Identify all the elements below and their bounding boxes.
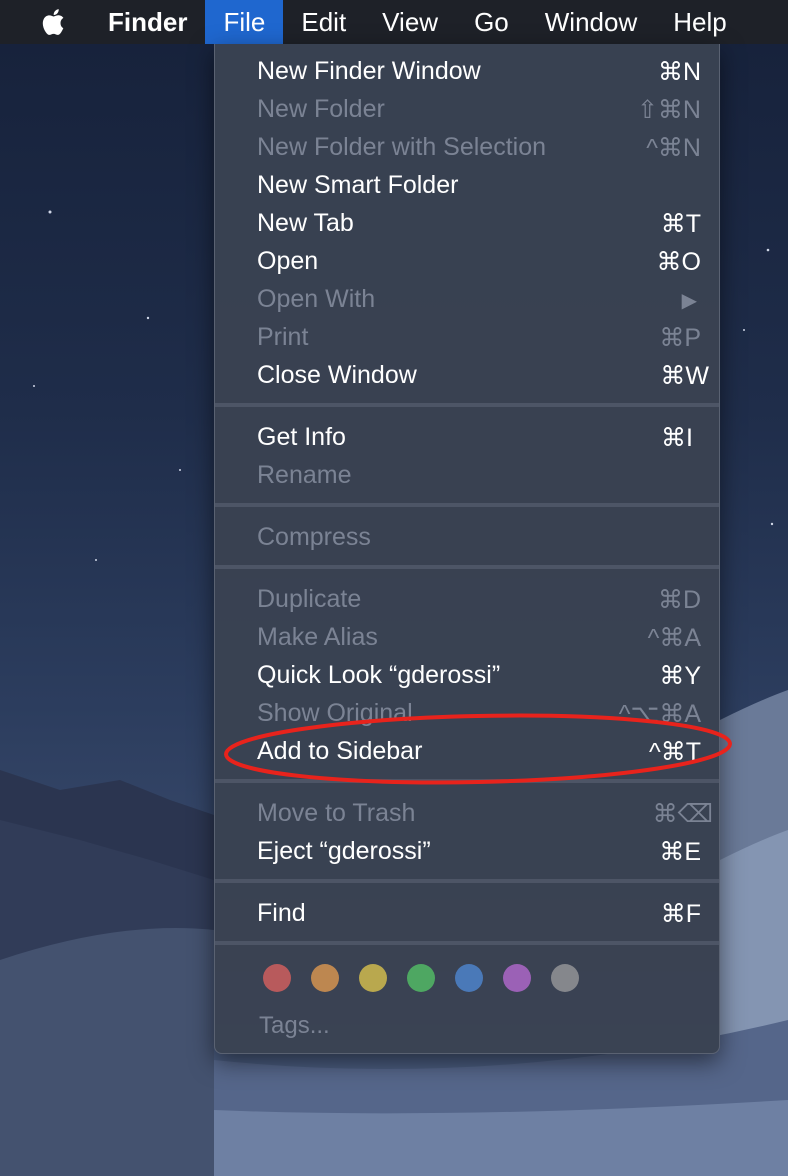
menu-separator: [215, 403, 719, 407]
tag-blue-dot[interactable]: [455, 964, 483, 992]
menu-item-label: Print: [257, 323, 309, 351]
menubar-app-name[interactable]: Finder: [90, 0, 205, 44]
menu-item-label: Find: [257, 899, 306, 927]
menu-item-make-alias[interactable]: Make Alias ^⌘A: [215, 618, 719, 656]
tag-yellow-dot[interactable]: [359, 964, 387, 992]
menu-item-label: Open With: [257, 285, 376, 313]
menu-item-label: Close Window: [257, 361, 417, 389]
menu-item-eject[interactable]: Eject “gderossi” ⌘E: [215, 832, 719, 870]
menu-item-shortcut: ⌘I: [661, 424, 693, 452]
menu-item-open-with[interactable]: Open With ▶: [215, 280, 719, 318]
menu-item-shortcut: ⌘⌫: [652, 800, 713, 828]
menu-item-open[interactable]: Open ⌘O: [215, 242, 719, 280]
menu-item-label: New Finder Window: [257, 57, 481, 85]
menu-item-label: Duplicate: [257, 585, 362, 613]
menu-item-label: New Smart Folder: [257, 171, 459, 199]
menu-item-shortcut: ⌘E: [659, 838, 701, 866]
menubar-file[interactable]: File: [205, 0, 284, 44]
menu-item-find[interactable]: Find ⌘F: [215, 894, 719, 932]
tag-purple-dot[interactable]: [503, 964, 531, 992]
file-menu: New Finder Window ⌘N New Folder ⇧⌘N New …: [214, 44, 720, 1054]
menu-item-shortcut: ⌘Y: [659, 662, 701, 690]
tag-gray-dot[interactable]: [551, 964, 579, 992]
menu-item-label: Eject “gderossi”: [257, 837, 431, 865]
menubar-go[interactable]: Go: [456, 0, 527, 44]
menu-separator: [215, 503, 719, 507]
menu-item-quick-look[interactable]: Quick Look “gderossi” ⌘Y: [215, 656, 719, 694]
menu-item-compress[interactable]: Compress: [215, 518, 719, 556]
menubar-view[interactable]: View: [364, 0, 456, 44]
menu-item-shortcut: ⌘D: [657, 586, 701, 614]
menu-separator: [215, 565, 719, 569]
menu-item-label: Compress: [257, 523, 371, 551]
menu-separator: [215, 879, 719, 883]
menu-item-new-tab[interactable]: New Tab ⌘T: [215, 204, 719, 242]
menu-item-new-smart-folder[interactable]: New Smart Folder: [215, 166, 719, 204]
menu-item-new-folder[interactable]: New Folder ⇧⌘N: [215, 90, 719, 128]
menu-item-duplicate[interactable]: Duplicate ⌘D: [215, 580, 719, 618]
menu-item-shortcut: ⇧⌘N: [636, 96, 701, 124]
menu-item-shortcut: ⌘O: [656, 248, 701, 276]
menu-item-shortcut: ⌘F: [660, 900, 701, 928]
tag-green-dot[interactable]: [407, 964, 435, 992]
menu-item-move-to-trash[interactable]: Move to Trash ⌘⌫: [215, 794, 719, 832]
apple-menu[interactable]: [0, 0, 90, 44]
menu-separator: [215, 941, 719, 945]
menu-item-label: New Folder: [257, 95, 385, 123]
menu-item-shortcut: ⌘N: [657, 58, 701, 86]
menu-item-get-info[interactable]: Get Info ⌘I: [215, 418, 719, 456]
menu-item-label: Make Alias: [257, 623, 378, 651]
tags-menu-item[interactable]: Tags...: [259, 1012, 330, 1040]
menubar-window[interactable]: Window: [527, 0, 655, 44]
menu-item-shortcut: ⌘P: [659, 324, 701, 352]
tag-orange-dot[interactable]: [311, 964, 339, 992]
menu-item-label: Move to Trash: [257, 799, 416, 827]
menu-item-close-window[interactable]: Close Window ⌘W: [215, 356, 719, 394]
tag-color-row: [263, 964, 579, 992]
submenu-arrow-icon: ▶: [681, 290, 697, 312]
menu-item-rename[interactable]: Rename: [215, 456, 719, 494]
menubar-edit[interactable]: Edit: [283, 0, 364, 44]
menu-item-label: Get Info: [257, 423, 346, 451]
red-circle-annotation: [224, 713, 732, 785]
apple-logo-icon: [42, 9, 64, 35]
menu-item-shortcut: ^⌘A: [647, 624, 701, 652]
menu-item-new-folder-with-selection[interactable]: New Folder with Selection ^⌘N: [215, 128, 719, 166]
menu-item-shortcut: ⌘W: [660, 362, 709, 390]
menu-item-label: New Tab: [257, 209, 354, 237]
menu-item-label: Rename: [257, 461, 352, 489]
menu-item-shortcut: ^⌘N: [646, 134, 701, 162]
menu-item-label: New Folder with Selection: [257, 133, 547, 161]
menu-item-label: Quick Look “gderossi”: [257, 661, 501, 689]
menu-bar: Finder File Edit View Go Window Help: [0, 0, 788, 44]
menu-item-shortcut: ⌘T: [660, 210, 701, 238]
menubar-help[interactable]: Help: [655, 0, 744, 44]
menu-item-print[interactable]: Print ⌘P: [215, 318, 719, 356]
tag-red-dot[interactable]: [263, 964, 291, 992]
menu-item-new-finder-window[interactable]: New Finder Window ⌘N: [215, 52, 719, 90]
menu-item-label: Open: [257, 247, 319, 275]
